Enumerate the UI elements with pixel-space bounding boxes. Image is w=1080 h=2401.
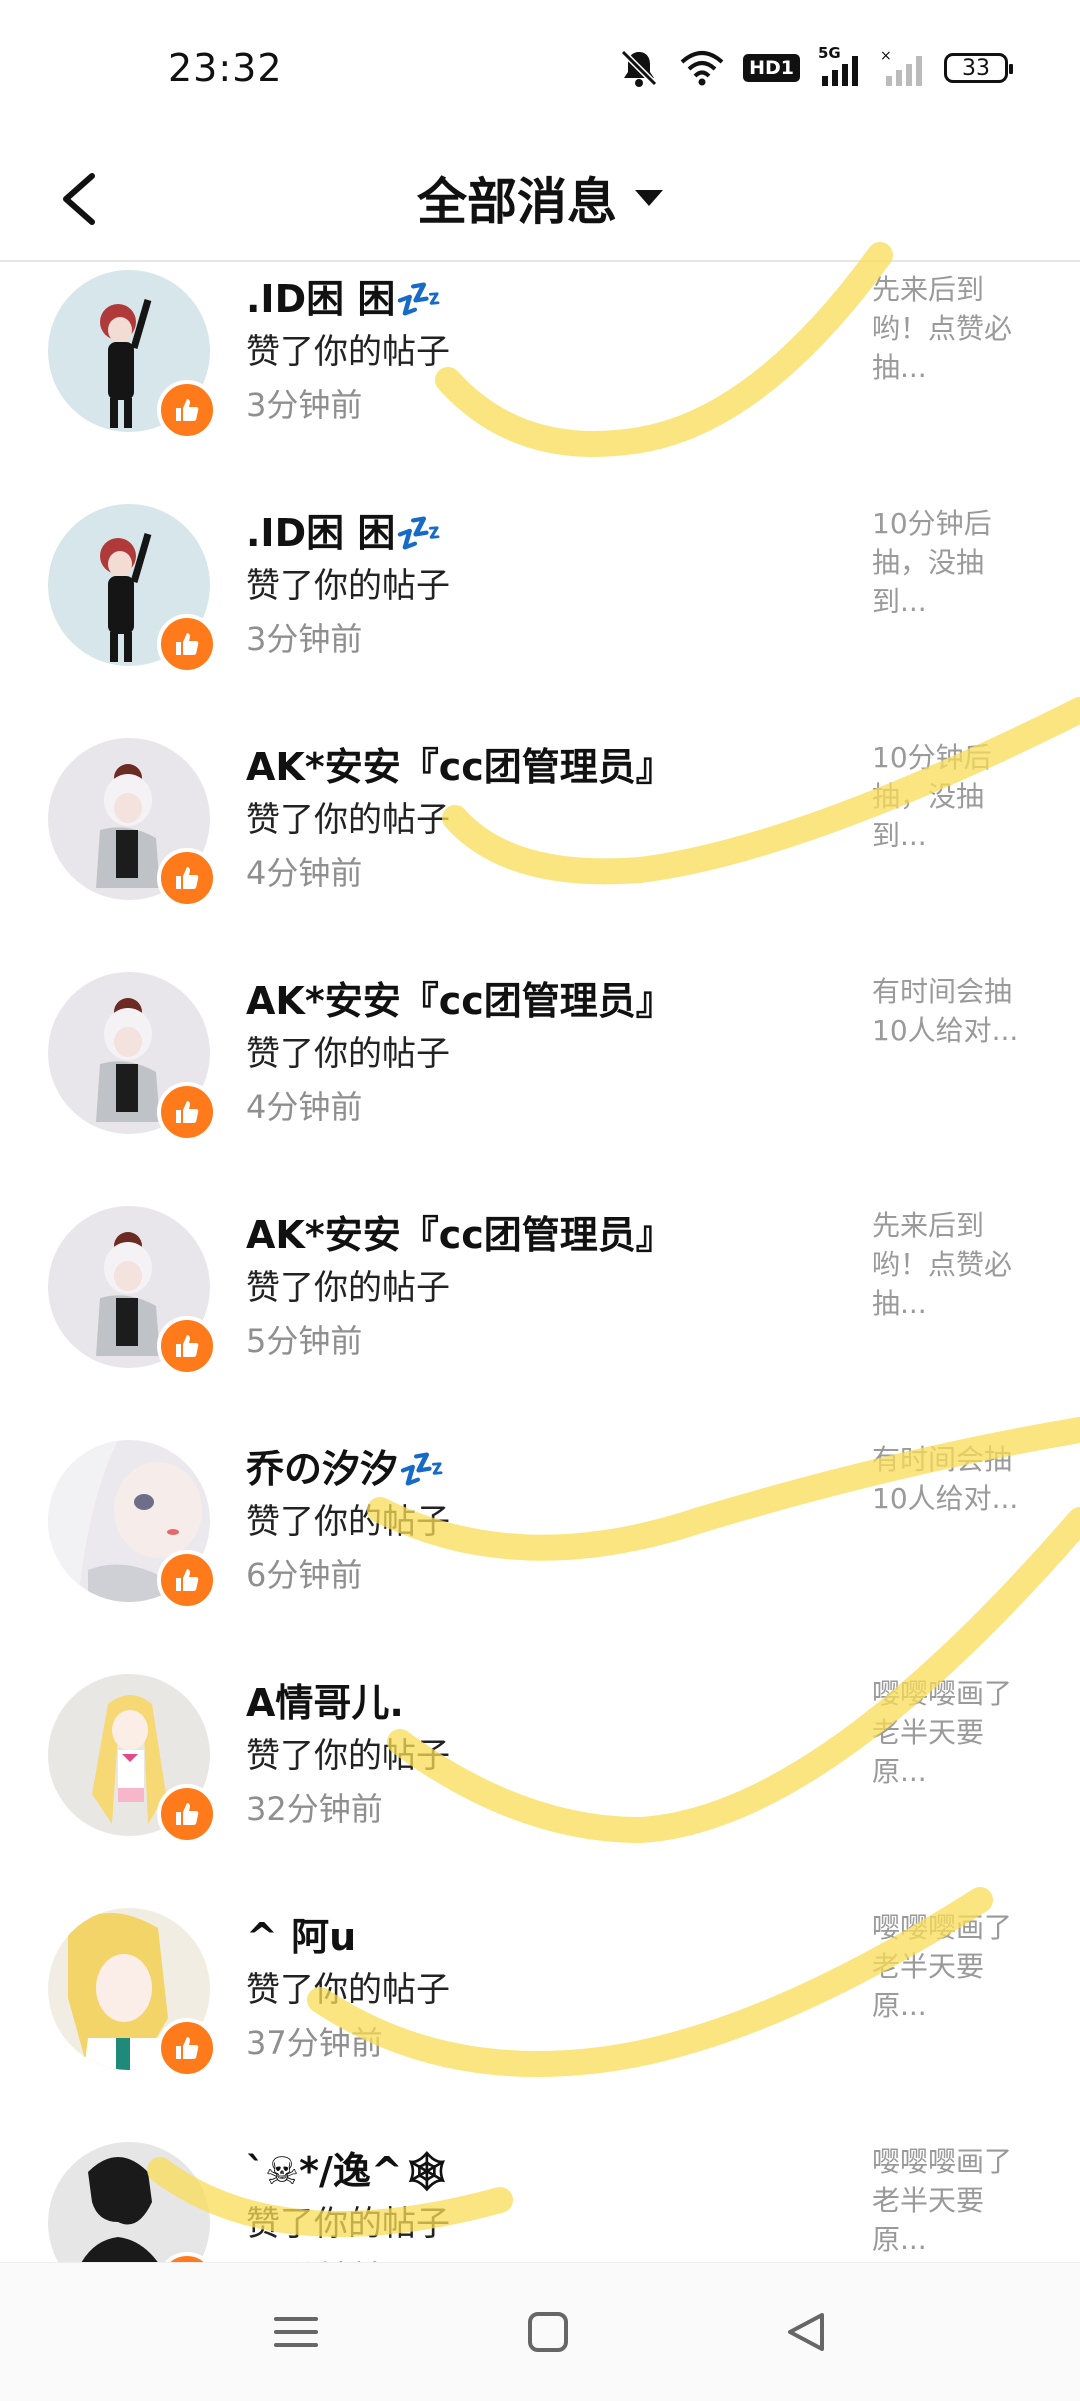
user-name[interactable]: `☠*/逸^🕸 — [246, 2140, 451, 2195]
action-text: 赞了你的帖子 — [246, 1502, 450, 1542]
svg-text:×: × — [880, 48, 892, 64]
like-badge — [157, 1784, 217, 1844]
timestamp: 37分钟前 — [246, 2024, 383, 2062]
notification-item[interactable]: 乔の汐汐💤 赞了你的帖子 6分钟前 有时间会抽10人给对... — [0, 1432, 1080, 1666]
timestamp: 6分钟前 — [246, 1556, 363, 1594]
hd-voice-badge: HD1 — [743, 54, 800, 82]
thumbs-up-icon — [176, 2037, 199, 2059]
post-preview[interactable]: 10分钟后抽，没抽到... — [872, 504, 1032, 621]
status-bar: 23:32 HD1 5G × 33 — [0, 0, 1080, 140]
user-name[interactable]: AK*安安『cc团管理员』 — [246, 970, 674, 1025]
signal-5g-icon: 5G — [818, 44, 862, 88]
timestamp: 3分钟前 — [246, 386, 363, 424]
thumbs-up-icon — [176, 1335, 199, 1357]
battery-level: 33 — [962, 55, 990, 81]
notification-list[interactable]: .ID困 困💤 赞了你的帖子 3分钟前 先来后到哟！点赞必抽... .ID困 困… — [0, 262, 1080, 2262]
menu-icon[interactable] — [266, 2307, 326, 2357]
post-preview[interactable]: 有时间会抽10人给对... — [872, 1440, 1032, 1518]
signal-empty-icon: × — [880, 48, 922, 86]
notification-item[interactable]: .ID困 困💤 赞了你的帖子 3分钟前 先来后到哟！点赞必抽... — [0, 262, 1080, 496]
user-name[interactable]: .ID困 困💤 — [246, 502, 443, 557]
thumbs-up-icon — [176, 399, 199, 421]
post-preview[interactable]: 嘤嘤嘤画了老半天要原... — [872, 1674, 1032, 1791]
like-badge — [157, 1082, 217, 1142]
user-name[interactable]: AK*安安『cc团管理员』 — [246, 736, 674, 791]
caret-down-icon — [635, 190, 663, 206]
home-square-icon[interactable] — [518, 2307, 578, 2357]
app-header: 全部消息 — [0, 140, 1080, 262]
status-time: 23:32 — [168, 46, 283, 90]
thumbs-up-icon — [176, 1101, 199, 1123]
action-text: 赞了你的帖子 — [246, 1970, 450, 2010]
battery-icon: 33 — [944, 53, 1013, 83]
post-preview[interactable]: 10分钟后抽，没抽到... — [872, 738, 1032, 855]
notification-item[interactable]: AK*安安『cc团管理员』 赞了你的帖子 4分钟前 10分钟后抽，没抽到... — [0, 730, 1080, 964]
action-text: 赞了你的帖子 — [246, 332, 450, 372]
action-text: 赞了你的帖子 — [246, 566, 450, 606]
user-name[interactable]: ^ 阿u — [246, 1906, 356, 1961]
action-text: 赞了你的帖子 — [246, 1736, 450, 1776]
like-badge — [157, 1550, 217, 1610]
notification-item[interactable]: A情哥儿. 赞了你的帖子 32分钟前 嘤嘤嘤画了老半天要原... — [0, 1666, 1080, 1900]
timestamp: 4分钟前 — [246, 854, 363, 892]
notification-item[interactable]: AK*安安『cc团管理员』 赞了你的帖子 5分钟前 先来后到哟！点赞必抽... — [0, 1198, 1080, 1432]
user-name[interactable]: A情哥儿. — [246, 1672, 404, 1727]
post-preview[interactable]: 嘤嘤嘤画了老半天要原... — [872, 2142, 1032, 2259]
action-text: 赞了你的帖子 — [246, 800, 450, 840]
user-name[interactable]: .ID困 困💤 — [246, 268, 443, 323]
status-icons: HD1 5G × 33 — [617, 44, 1013, 88]
action-text: 赞了你的帖子 — [246, 2204, 450, 2244]
thumbs-up-icon — [176, 1569, 199, 1591]
timestamp: 4分钟前 — [246, 1088, 363, 1126]
timestamp: 38分钟前 — [246, 2252, 383, 2262]
thumbs-up-icon — [176, 867, 199, 889]
like-badge — [157, 380, 217, 440]
user-name[interactable]: 乔の汐汐💤 — [246, 1438, 445, 1493]
like-badge — [157, 614, 217, 674]
thumbs-up-icon — [176, 1803, 199, 1825]
system-navigation-bar — [0, 2262, 1080, 2401]
user-name[interactable]: AK*安安『cc团管理员』 — [246, 1204, 674, 1259]
mute-bell-icon — [620, 49, 658, 87]
post-preview[interactable]: 有时间会抽10人给对... — [872, 972, 1032, 1050]
post-preview[interactable]: 先来后到哟！点赞必抽... — [872, 270, 1032, 387]
page-title: 全部消息 — [417, 173, 617, 231]
notification-item[interactable]: AK*安安『cc团管理员』 赞了你的帖子 4分钟前 有时间会抽10人给对... — [0, 964, 1080, 1198]
timestamp: 5分钟前 — [246, 1322, 363, 1360]
like-badge — [157, 1316, 217, 1376]
thumbs-up-icon — [176, 633, 199, 655]
message-filter-dropdown[interactable]: 全部消息 — [0, 162, 1080, 234]
avatar[interactable] — [48, 2142, 210, 2262]
action-text: 赞了你的帖子 — [246, 1034, 450, 1074]
post-preview[interactable]: 嘤嘤嘤画了老半天要原... — [872, 1908, 1032, 2025]
timestamp: 32分钟前 — [246, 1790, 383, 1828]
action-text: 赞了你的帖子 — [246, 1268, 450, 1308]
like-badge — [157, 848, 217, 908]
notification-item[interactable]: ^ 阿u 赞了你的帖子 37分钟前 嘤嘤嘤画了老半天要原... — [0, 1900, 1080, 2134]
notification-item[interactable]: `☠*/逸^🕸 赞了你的帖子 38分钟前 嘤嘤嘤画了老半天要原... — [0, 2134, 1080, 2262]
post-preview[interactable]: 先来后到哟！点赞必抽... — [872, 1206, 1032, 1323]
back-triangle-icon[interactable] — [776, 2307, 836, 2357]
notification-item[interactable]: .ID困 困💤 赞了你的帖子 3分钟前 10分钟后抽，没抽到... — [0, 496, 1080, 730]
like-badge — [157, 2018, 217, 2078]
wifi-icon — [680, 51, 724, 86]
timestamp: 3分钟前 — [246, 620, 363, 658]
